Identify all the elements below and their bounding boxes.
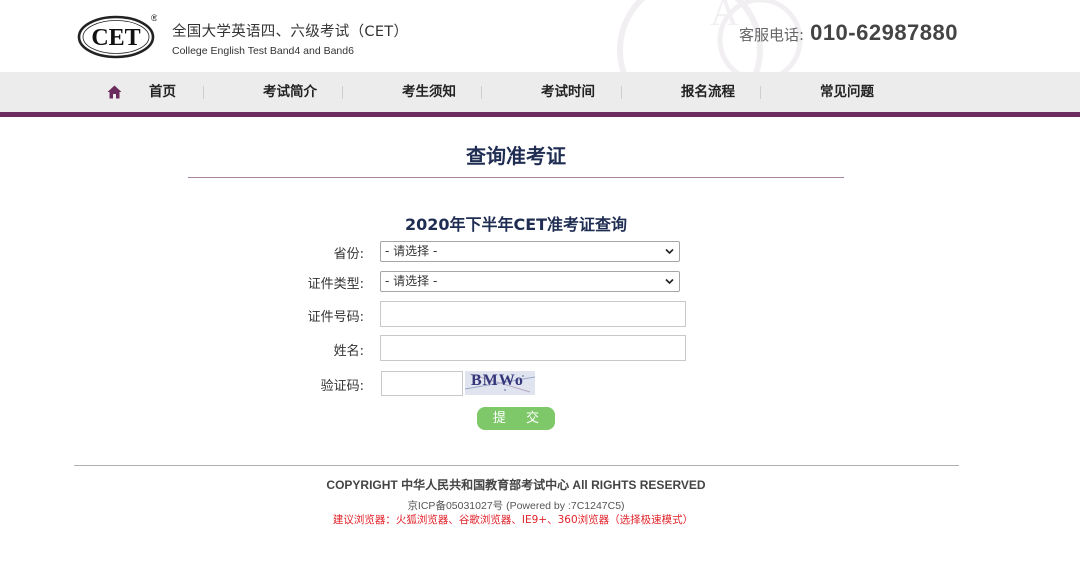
nav-separator bbox=[760, 86, 761, 99]
logo-text: CET bbox=[91, 25, 140, 51]
hotline-number: 010-62987880 bbox=[810, 20, 958, 45]
svg-text:A: A bbox=[710, 0, 739, 34]
title-divider bbox=[188, 177, 844, 178]
footer-copyright: COPYRIGHT 中华人民共和国教育部考试中心 All RIGHTS RESE… bbox=[326, 478, 706, 492]
nav-item-candidate-notes[interactable]: 考生须知 bbox=[402, 72, 456, 112]
site-title-cn: 全国大学英语四、六级考试（CET） bbox=[172, 24, 409, 40]
cet-logo: CET ® bbox=[77, 13, 157, 59]
id-type-select-value: - 请选择 - bbox=[385, 274, 438, 288]
submit-button[interactable]: 提 交 bbox=[477, 407, 555, 430]
nav-item-faq[interactable]: 常见问题 bbox=[820, 72, 874, 112]
nav-item-exam-time[interactable]: 考试时间 bbox=[541, 72, 595, 112]
site-title-en: College English Test Band4 and Band6 bbox=[172, 45, 354, 57]
registered-mark: ® bbox=[151, 13, 157, 23]
nav-separator bbox=[481, 86, 482, 99]
nav-separator bbox=[342, 86, 343, 99]
hotline-label: 客服电话: bbox=[739, 26, 805, 44]
id-number-label: 证件号码: bbox=[307, 310, 364, 325]
site-header: A CET ® 全国大学英语四、六级考试（CET） College Englis… bbox=[0, 0, 1080, 72]
name-label: 姓名: bbox=[333, 344, 364, 359]
hotline: 客服电话: 010-62987880 bbox=[739, 20, 958, 46]
nav-separator bbox=[203, 86, 204, 99]
name-input[interactable] bbox=[380, 335, 686, 361]
captcha-input[interactable] bbox=[381, 371, 463, 396]
footer-browser-note: 建议浏览器：火狐浏览器、谷歌浏览器、IE9+、360浏览器（选择极速模式） bbox=[332, 514, 694, 526]
page-title: 查询准考证 bbox=[466, 144, 566, 168]
footer-divider bbox=[74, 465, 959, 466]
captcha-label: 验证码: bbox=[320, 379, 364, 394]
id-number-input[interactable] bbox=[380, 301, 686, 327]
province-select-value: - 请选择 - bbox=[385, 244, 438, 258]
form-title: 2020年下半年CET准考证查询 bbox=[404, 215, 628, 234]
main-nav: 首页 考试简介 考生须知 考试时间 报名流程 常见问题 bbox=[0, 72, 1080, 117]
nav-item-home[interactable]: 首页 bbox=[149, 72, 176, 112]
nav-item-registration[interactable]: 报名流程 bbox=[681, 72, 735, 112]
captcha-text: BMWo bbox=[471, 372, 524, 389]
chevron-down-icon bbox=[665, 278, 674, 285]
captcha-image[interactable]: BMWo bbox=[465, 371, 535, 395]
nav-separator bbox=[621, 86, 622, 99]
id-type-select[interactable]: - 请选择 - bbox=[380, 271, 680, 292]
footer-icp: 京ICP备05031027号 (Powered by :7C1247C5) bbox=[407, 500, 625, 512]
id-type-label: 证件类型: bbox=[307, 277, 364, 292]
province-select[interactable]: - 请选择 - bbox=[380, 241, 680, 262]
province-label: 省份: bbox=[333, 247, 364, 262]
site-title: 全国大学英语四、六级考试（CET） College English Test B… bbox=[172, 20, 408, 57]
chevron-down-icon bbox=[665, 248, 674, 255]
home-icon[interactable] bbox=[107, 85, 122, 99]
nav-item-exam-intro[interactable]: 考试简介 bbox=[263, 72, 317, 112]
